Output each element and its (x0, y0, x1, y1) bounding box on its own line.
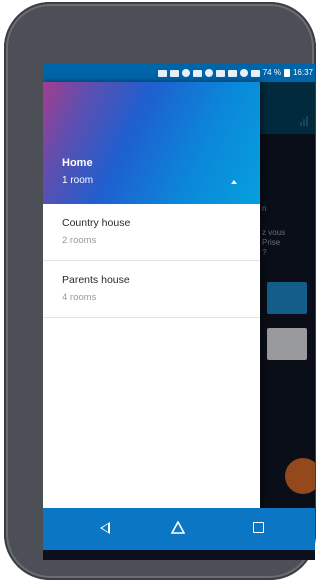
navigation-drawer: Home 1 room Country house 2 rooms Parent… (43, 82, 260, 508)
current-home-title: Home (62, 157, 93, 169)
nfc-icon (227, 69, 237, 77)
app-icon (204, 69, 213, 77)
battery-percent: 74 % (262, 68, 281, 77)
list-item[interactable]: Parents house 4 rooms (43, 261, 260, 318)
caret-up-icon[interactable] (231, 180, 237, 184)
home-rooms: 4 rooms (62, 292, 97, 303)
home-list: Country house 2 rooms Parents house 4 ro… (43, 204, 260, 318)
message-icon (157, 69, 167, 77)
mail-icon (169, 69, 179, 77)
home-name: Country house (62, 217, 131, 229)
battery-icon (283, 69, 290, 77)
app-icon (181, 69, 190, 77)
drawer-header[interactable]: Home 1 room (43, 82, 260, 204)
current-home-rooms: 1 room (62, 175, 94, 186)
home-name: Parents house (62, 274, 130, 286)
nav-bar (43, 508, 315, 550)
screen: 74 % 16:37 n z vous Prise ? Home 1 room … (43, 64, 315, 560)
list-item[interactable]: Country house 2 rooms (43, 204, 260, 261)
home-icon[interactable] (171, 521, 185, 535)
phone-frame: 74 % 16:37 n z vous Prise ? Home 1 room … (4, 2, 316, 580)
signal-icon (250, 69, 260, 77)
status-bar: 74 % 16:37 (43, 64, 315, 82)
back-icon[interactable] (100, 522, 110, 534)
wifi-icon (239, 69, 248, 77)
home-rooms: 2 rooms (62, 235, 97, 246)
wrench-icon (215, 69, 225, 77)
video-icon (192, 69, 202, 77)
status-time: 16:37 (292, 68, 313, 77)
recents-icon[interactable] (253, 522, 264, 533)
